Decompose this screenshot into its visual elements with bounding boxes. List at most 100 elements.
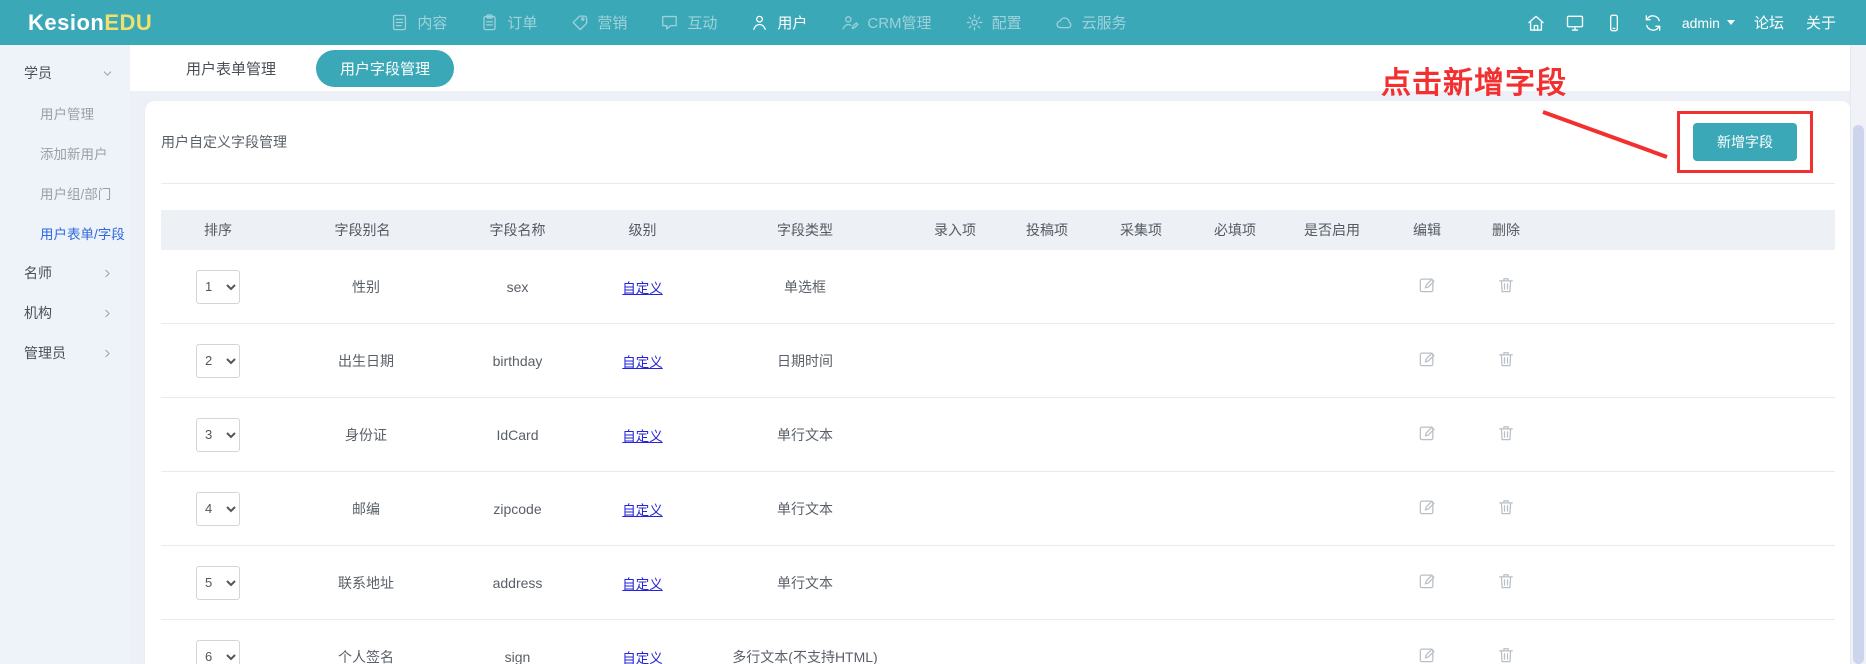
sidebar-group-2[interactable]: 机构: [0, 293, 130, 333]
trash-icon: [1496, 497, 1516, 517]
sidebar-item-0-3[interactable]: 用户表单/字段: [0, 213, 130, 253]
nav-item-crm-user[interactable]: CRM管理: [840, 12, 931, 33]
nav-item-user[interactable]: 用户: [750, 12, 807, 33]
toggle-collection-button[interactable]: [1133, 573, 1150, 590]
toggle-entry-button[interactable]: [947, 425, 964, 442]
sidebar-group-0[interactable]: 学员: [0, 53, 130, 93]
delete-button[interactable]: [1496, 497, 1516, 517]
delete-button[interactable]: [1496, 645, 1516, 664]
toggle-required-button[interactable]: [1227, 573, 1244, 590]
delete-button[interactable]: [1496, 571, 1516, 591]
nav-item-clipboard[interactable]: 订单: [480, 12, 537, 33]
level-link[interactable]: 自定义: [622, 503, 663, 518]
flag-cell: [910, 472, 1000, 546]
check-circle-icon: [1324, 647, 1341, 664]
toggle-required-button[interactable]: [1227, 351, 1244, 368]
field-name-cell: zipcode: [450, 472, 585, 546]
level-link[interactable]: 自定义: [622, 281, 663, 296]
toggle-collection-button[interactable]: [1133, 277, 1150, 294]
toggle-required-button[interactable]: [1227, 425, 1244, 442]
toggle-collection-button[interactable]: [1133, 499, 1150, 516]
top-navbar: KesionEDU 内容 订单 营销 互动 用户 CRM管理 配置 云服务 admin 论坛 关…: [0, 0, 1866, 45]
toggle-enabled-button[interactable]: [1324, 499, 1341, 516]
order-select[interactable]: 2: [196, 344, 240, 378]
delete-button[interactable]: [1496, 349, 1516, 369]
edit-button[interactable]: [1417, 571, 1437, 591]
toggle-collection-button[interactable]: [1133, 351, 1150, 368]
toggle-submission-button[interactable]: [1039, 647, 1056, 664]
level-link[interactable]: 自定义: [622, 429, 663, 444]
order-cell: 2: [161, 324, 275, 398]
toggle-entry-button[interactable]: [947, 647, 964, 664]
order-select[interactable]: 6: [196, 640, 240, 664]
edit-button[interactable]: [1417, 349, 1437, 369]
delete-button[interactable]: [1496, 423, 1516, 443]
toggle-entry-button[interactable]: [947, 499, 964, 516]
column-header: 字段名称: [450, 210, 585, 250]
flag-cell: [1000, 546, 1094, 620]
admin-dropdown[interactable]: admin: [1682, 15, 1735, 31]
topbar-mobile-button[interactable]: [1604, 13, 1624, 33]
flag-cell: [1282, 546, 1382, 620]
toggle-submission-button[interactable]: [1039, 499, 1056, 516]
nav-item-gear[interactable]: 配置: [965, 12, 1022, 33]
nav-item-cloud[interactable]: 云服务: [1055, 12, 1127, 33]
toggle-enabled-button[interactable]: [1324, 351, 1341, 368]
nav-item-chat[interactable]: 互动: [660, 12, 717, 33]
toggle-submission-button[interactable]: [1039, 573, 1056, 590]
toggle-enabled-button[interactable]: [1324, 647, 1341, 664]
edit-button[interactable]: [1417, 275, 1437, 295]
sidebar-group-3[interactable]: 管理员: [0, 333, 130, 373]
tab-user-form-management[interactable]: 用户表单管理: [186, 58, 276, 79]
toggle-required-button[interactable]: [1227, 277, 1244, 294]
brand-logo[interactable]: KesionEDU: [28, 10, 152, 36]
check-circle-icon: [947, 499, 964, 516]
page-scrollbar[interactable]: [1850, 45, 1866, 664]
toggle-entry-button[interactable]: [947, 277, 964, 294]
nav-item-document[interactable]: 内容: [390, 12, 447, 33]
check-circle-icon: [1324, 499, 1341, 516]
sidebar-item-0-0[interactable]: 用户管理: [0, 93, 130, 133]
edit-button[interactable]: [1417, 423, 1437, 443]
toggle-enabled-button[interactable]: [1324, 573, 1341, 590]
tab-user-field-management[interactable]: 用户字段管理: [316, 50, 454, 87]
toggle-submission-button[interactable]: [1039, 351, 1056, 368]
flag-cell: [1000, 398, 1094, 472]
toggle-required-button[interactable]: [1227, 499, 1244, 516]
sidebar-item-0-2[interactable]: 用户组/部门: [0, 173, 130, 213]
sidebar-item-0-1[interactable]: 添加新用户: [0, 133, 130, 173]
order-select[interactable]: 3: [196, 418, 240, 452]
order-cell: 1: [161, 250, 275, 324]
delete-button[interactable]: [1496, 275, 1516, 295]
toggle-collection-button[interactable]: [1133, 425, 1150, 442]
order-select[interactable]: 4: [196, 492, 240, 526]
level-link[interactable]: 自定义: [622, 651, 663, 664]
edit-button[interactable]: [1417, 497, 1437, 517]
topbar-link-about[interactable]: 关于: [1806, 12, 1836, 33]
toggle-submission-button[interactable]: [1039, 425, 1056, 442]
topbar-monitor-button[interactable]: [1565, 13, 1585, 33]
order-select[interactable]: 5: [196, 566, 240, 600]
toggle-collection-button[interactable]: [1133, 647, 1150, 664]
sidebar-group-1[interactable]: 名师: [0, 253, 130, 293]
edit-button[interactable]: [1417, 645, 1437, 664]
toggle-enabled-button[interactable]: [1324, 277, 1341, 294]
topbar-home-button[interactable]: [1526, 13, 1546, 33]
level-link[interactable]: 自定义: [622, 355, 663, 370]
toggle-entry-button[interactable]: [947, 351, 964, 368]
toggle-enabled-button[interactable]: [1324, 425, 1341, 442]
order-select[interactable]: 1: [196, 270, 240, 304]
toggle-required-button[interactable]: [1227, 647, 1244, 664]
topbar-link-forum[interactable]: 论坛: [1754, 12, 1784, 33]
nav-item-tag[interactable]: 营销: [570, 12, 627, 33]
monitor-icon: [1565, 13, 1585, 33]
minus-circle-icon: [1133, 277, 1150, 294]
add-field-button[interactable]: 新增字段: [1693, 123, 1797, 161]
column-header: 排序: [161, 210, 275, 250]
toggle-submission-button[interactable]: [1039, 277, 1056, 294]
level-link[interactable]: 自定义: [622, 577, 663, 592]
scrollbar-thumb[interactable]: [1853, 125, 1864, 664]
flag-cell: [1094, 324, 1188, 398]
topbar-refresh-button[interactable]: [1643, 13, 1663, 33]
toggle-entry-button[interactable]: [947, 573, 964, 590]
